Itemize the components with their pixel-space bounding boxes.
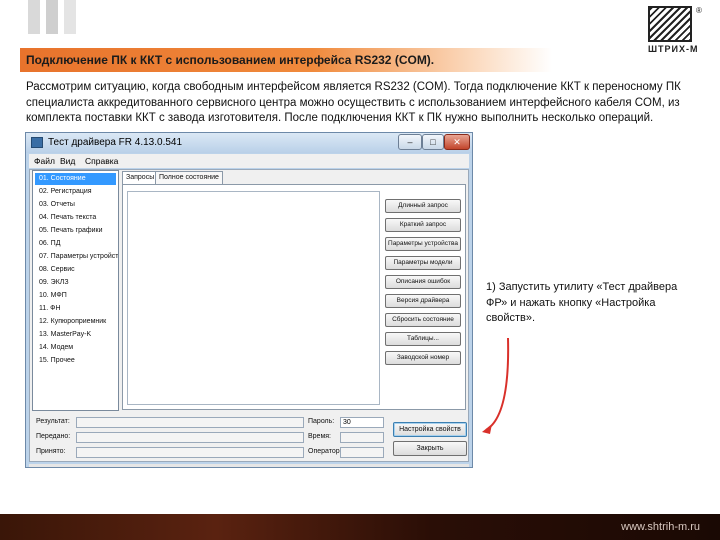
- driver-version-button[interactable]: Версия драйвера: [385, 294, 461, 308]
- tab-full-status[interactable]: Полное состояние: [155, 171, 223, 185]
- header-decoration: [64, 0, 76, 34]
- reset-state-button[interactable]: Сбросить состояние: [385, 313, 461, 327]
- logo-text: ШТРИХ-М: [648, 44, 699, 54]
- maximize-button[interactable]: □: [422, 134, 444, 150]
- sidebar-item-mfp[interactable]: 10. МФП: [35, 290, 116, 302]
- password-input[interactable]: 30: [340, 417, 384, 428]
- minimize-button[interactable]: –: [398, 134, 422, 150]
- sidebar-item-modem[interactable]: 14. Модем: [35, 342, 116, 354]
- result-label: Результат:: [36, 418, 70, 425]
- menu-bar: Файл Вид Справка: [29, 154, 469, 168]
- step-note: 1) Запустить утилиту «Тест драйвера ФР» …: [486, 281, 678, 324]
- close-button[interactable]: Закрыть: [393, 441, 467, 456]
- header-decoration: [46, 0, 58, 34]
- sidebar-item-pd[interactable]: 06. ПД: [35, 238, 116, 250]
- bottom-panel: Результат: Передано: Принято: Пароль: 30…: [32, 414, 468, 461]
- sidebar-item-registration[interactable]: 02. Регистрация: [35, 186, 116, 198]
- sidebar-item-reports[interactable]: 03. Отчеты: [35, 199, 116, 211]
- short-request-button[interactable]: Краткий запрос: [385, 218, 461, 232]
- sidebar-item-bill-acceptor[interactable]: 12. Купюроприемник: [35, 316, 116, 328]
- sent-field: [76, 432, 304, 443]
- sidebar-item-eklz[interactable]: 09. ЭКЛЗ: [35, 277, 116, 289]
- pointer-arrow: [482, 337, 510, 434]
- error-descriptions-button[interactable]: Описания ошибок: [385, 275, 461, 289]
- device-params-button[interactable]: Параметры устройства: [385, 237, 461, 251]
- settings-button[interactable]: Настройка свойств: [393, 422, 467, 437]
- window-client-area: 01. Состояние 02. Регистрация 03. Отчеты…: [29, 169, 469, 462]
- sidebar-item-service[interactable]: 08. Сервис: [35, 264, 116, 276]
- menu-view[interactable]: Вид: [60, 156, 75, 166]
- sidebar-item-masterpay[interactable]: 13. MasterPay-K: [35, 329, 116, 341]
- password-label: Пароль:: [308, 418, 335, 425]
- tables-button[interactable]: Таблицы...: [385, 332, 461, 346]
- footer-bar: www.shtrih-m.ru: [0, 514, 720, 540]
- sidebar-item-status[interactable]: 01. Состояние: [35, 173, 116, 185]
- menu-file[interactable]: Файл: [34, 156, 55, 166]
- sidebar-item-device-params[interactable]: 07. Параметры устройства: [35, 251, 118, 263]
- time-label: Время:: [308, 433, 332, 440]
- app-icon: [31, 137, 43, 148]
- status-bar: [29, 464, 469, 467]
- model-params-button[interactable]: Параметры модели: [385, 256, 461, 270]
- operator-label: Оператор:: [308, 448, 342, 455]
- received-field: [76, 447, 304, 458]
- serial-number-button[interactable]: Заводской номер: [385, 351, 461, 365]
- output-textarea[interactable]: [127, 191, 380, 405]
- tab-requests[interactable]: Запросы: [122, 171, 159, 185]
- result-field: [76, 417, 304, 428]
- time-field: [340, 432, 384, 443]
- operator-field: [340, 447, 384, 458]
- intro-paragraph: Рассмотрим ситуацию, когда свободным инт…: [26, 81, 681, 124]
- footer-url[interactable]: www.shtrih-m.ru: [621, 521, 700, 533]
- received-label: Принято:: [36, 448, 66, 455]
- slide-title: Подключение ПК к ККТ с использованием ин…: [26, 53, 435, 67]
- window-titlebar: Тест драйвера FR 4.13.0.541 – □ ✕: [26, 133, 472, 153]
- company-logo: ® ШТРИХ-М: [648, 6, 702, 54]
- window-title: Тест драйвера FR 4.13.0.541: [48, 137, 183, 148]
- sent-label: Передано:: [36, 433, 71, 440]
- sidebar-item-print-text[interactable]: 04. Печать текста: [35, 212, 116, 224]
- sidebar-list: 01. Состояние 02. Регистрация 03. Отчеты…: [32, 170, 119, 411]
- sidebar-item-other[interactable]: 15. Прочее: [35, 355, 116, 367]
- sidebar-item-fn[interactable]: 11. ФН: [35, 303, 116, 315]
- logo-emblem: [648, 6, 692, 42]
- long-request-button[interactable]: Длинный запрос: [385, 199, 461, 213]
- sidebar-item-print-graphics[interactable]: 05. Печать графики: [35, 225, 116, 237]
- header-decoration: [28, 0, 40, 34]
- driver-test-window: Тест драйвера FR 4.13.0.541 – □ ✕ Файл В…: [25, 132, 473, 468]
- requests-panel: Длинный запрос Краткий запрос Параметры …: [122, 184, 466, 410]
- menu-help[interactable]: Справка: [85, 156, 118, 166]
- close-window-button[interactable]: ✕: [444, 134, 470, 150]
